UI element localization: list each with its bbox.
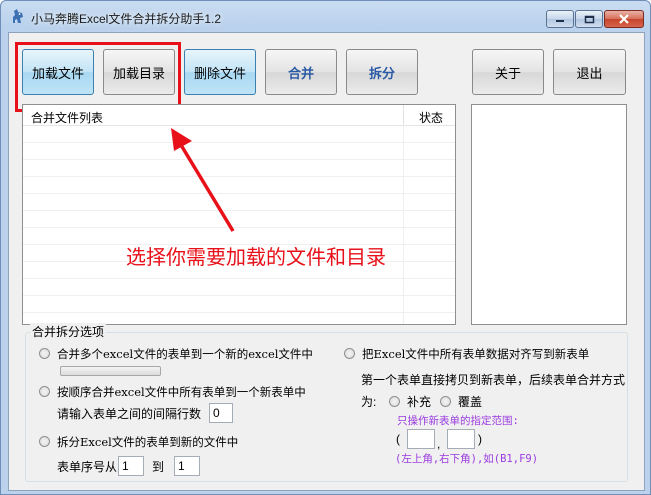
merge-button[interactable]: 合并 (265, 49, 337, 95)
merge-multi-radio[interactable] (39, 348, 50, 359)
client-area: 加载文件 加载目录 删除文件 合并 拆分 关于 退出 合并文件列表 状态 选择你… (8, 32, 645, 491)
annotation-highlight-box (15, 42, 181, 112)
column-separator[interactable] (403, 105, 404, 125)
about-button[interactable]: 关于 (472, 49, 544, 95)
mode-label: 为: (361, 395, 377, 409)
interval-label: 请输入表单之间的间隔行数 (57, 407, 202, 421)
range-paren-close: ) (478, 432, 482, 446)
align-description: 第一个表单直接拷贝到新表单，后续表单合并方式 (361, 373, 626, 387)
mode-append-label[interactable]: 补充 (407, 393, 431, 410)
info-panel (471, 104, 627, 325)
merge-sequential-radio[interactable] (39, 386, 50, 397)
sheet-to-label: 到 (152, 460, 165, 474)
horse-app-icon (13, 9, 23, 23)
column-gridline (403, 126, 404, 324)
maximize-button[interactable] (575, 10, 603, 28)
align-write-label[interactable]: 把Excel文件中所有表单数据对齐写到新表单 (362, 346, 589, 362)
mode-overwrite-radio[interactable] (440, 396, 451, 407)
annotation-text: 选择你需要加载的文件和目录 (126, 245, 386, 269)
delete-file-button[interactable]: 删除文件 (184, 49, 256, 95)
align-write-radio[interactable] (344, 348, 355, 359)
close-button[interactable] (604, 10, 644, 28)
app-window: 小马奔腾Excel文件合并拆分助手1.2 加载文件 加载目录 删除文件 合并 拆… (0, 0, 651, 495)
split-excel-radio[interactable] (39, 436, 50, 447)
interval-input[interactable]: 0 (209, 403, 233, 423)
exit-button[interactable]: 退出 (553, 49, 626, 95)
progress-bar (60, 366, 161, 376)
merge-multi-label[interactable]: 合并多个excel文件的表单到一个新的excel文件中 (57, 346, 313, 362)
close-icon (619, 14, 629, 24)
range-start-input[interactable] (407, 429, 435, 449)
range-comma: , (437, 437, 441, 451)
minimize-icon (556, 20, 564, 22)
sheet-to-input[interactable]: 1 (174, 456, 200, 476)
mode-append-radio[interactable] (389, 396, 400, 407)
mode-overwrite-label[interactable]: 覆盖 (458, 393, 482, 410)
split-excel-label[interactable]: 拆分Excel文件的表单到新的文件中 (57, 434, 238, 450)
column-header-file-list[interactable]: 合并文件列表 (31, 109, 103, 126)
file-list-rows (23, 126, 455, 324)
title-bar[interactable]: 小马奔腾Excel文件合并拆分助手1.2 (1, 1, 650, 32)
maximize-icon (584, 15, 594, 23)
range-note: 只操作新表单的指定范围: (397, 415, 519, 427)
file-list[interactable]: 合并文件列表 状态 (22, 104, 456, 325)
split-button[interactable]: 拆分 (346, 49, 418, 95)
sheet-from-label: 表单序号从 (57, 460, 118, 474)
merge-sequential-label[interactable]: 按顺序合并excel文件中所有表单到一个新表单中 (57, 384, 306, 400)
column-header-status[interactable]: 状态 (419, 109, 443, 126)
window-title: 小马奔腾Excel文件合并拆分助手1.2 (31, 12, 222, 26)
sheet-from-input[interactable]: 1 (118, 456, 144, 476)
range-paren-open: ( (396, 432, 400, 446)
range-example: (左上角,右下角),如(B1,F9) (395, 453, 539, 465)
minimize-button[interactable] (546, 10, 574, 28)
options-group-title: 合并拆分选项 (30, 323, 107, 340)
file-list-header: 合并文件列表 状态 (23, 105, 455, 126)
range-end-input[interactable] (447, 429, 475, 449)
